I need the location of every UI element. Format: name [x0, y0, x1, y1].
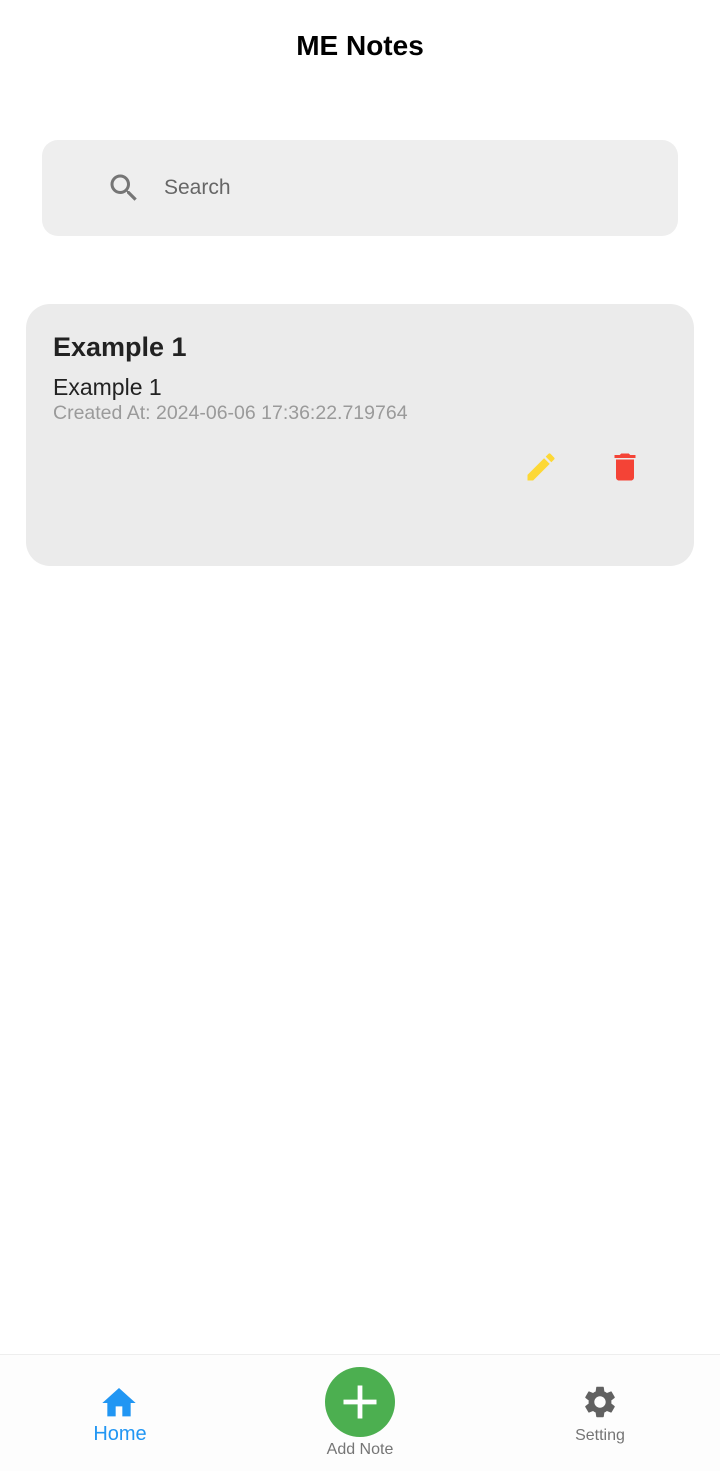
plus-icon — [343, 1385, 377, 1419]
page-title: ME Notes — [296, 30, 424, 61]
note-content: Example 1 — [53, 374, 162, 400]
nav-item-add-note-label: Add Note — [326, 1441, 394, 1458]
nav-item-home-label: Home — [93, 1423, 147, 1445]
delete-note-button[interactable] — [601, 443, 649, 491]
nav-item-setting-label: Setting — [575, 1427, 625, 1444]
add-note-button[interactable] — [325, 1367, 395, 1437]
note-created-at: Created At: 2024-06-06 17:36:22.719764 — [53, 402, 408, 424]
search-icon — [106, 170, 142, 206]
note-title: Example 1 — [53, 332, 187, 362]
search-input[interactable] — [164, 158, 678, 218]
search-bar[interactable] — [42, 140, 678, 236]
app-root: ME Notes Example 1 Example 1 Created At:… — [0, 0, 720, 1471]
nav-item-home[interactable]: Home — [0, 1355, 240, 1471]
gear-icon — [585, 1386, 615, 1418]
trash-icon — [614, 453, 636, 481]
note-card[interactable]: Example 1 Example 1 Created At: 2024-06-… — [26, 304, 694, 566]
nav-item-add-note[interactable]: Add Note — [240, 1355, 480, 1471]
home-icon — [102, 1388, 136, 1417]
bottom-navigation: Home Add Note Setting — [0, 1354, 720, 1471]
nav-item-setting[interactable]: Setting — [480, 1355, 720, 1471]
pencil-icon — [527, 453, 555, 481]
edit-note-button[interactable] — [517, 443, 565, 491]
